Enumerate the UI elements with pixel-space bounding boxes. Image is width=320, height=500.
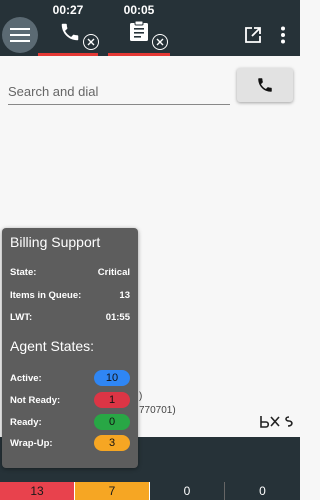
agent-states-title: Agent States: (10, 338, 95, 354)
close-icon (156, 38, 164, 46)
more-options-button[interactable] (280, 26, 286, 49)
queue-title: Billing Support (10, 234, 101, 250)
stat-critical[interactable]: 13 (0, 482, 75, 500)
stat-normal[interactable]: 0 (150, 482, 225, 500)
popout-button[interactable] (244, 26, 262, 49)
agent-state-ready: Ready: 0 (10, 414, 130, 430)
session-tab-task[interactable]: 00:05 (108, 0, 170, 56)
agent-state-wrap-up: Wrap-Up: 3 (10, 435, 130, 451)
row-label: State: (10, 266, 37, 278)
count-badge: 3 (94, 435, 130, 451)
search-and-dial-input[interactable] (8, 78, 230, 105)
row-label: Wrap-Up: (10, 437, 53, 449)
row-label: Items in Queue: (10, 289, 82, 301)
count-badge: 0 (94, 414, 130, 430)
clipboard-icon (130, 20, 148, 41)
open-in-new-icon (245, 27, 261, 43)
menu-button[interactable] (2, 17, 38, 53)
stat-warning[interactable]: 7 (75, 482, 150, 500)
row-label: LWT: (10, 311, 33, 323)
top-bar: 00:27 00:05 (0, 0, 300, 56)
count-badge: 10 (94, 370, 130, 386)
dial-button[interactable] (237, 68, 293, 102)
menu-icon (10, 28, 30, 42)
agent-state-active: Active: 10 (10, 370, 130, 386)
row-value: Critical (97, 266, 130, 278)
session-timer: 00:27 (52, 3, 84, 17)
close-session-button[interactable] (83, 34, 99, 50)
agent-state-not-ready: Not Ready: 1 (10, 392, 130, 408)
queue-items-row: Items in Queue: 13 (10, 288, 130, 302)
phone-icon (61, 23, 79, 41)
stat-other[interactable]: 0 (225, 482, 300, 500)
queue-details-card: Billing Support State: Critical Items in… (2, 228, 138, 468)
queue-state-row: State: Critical (10, 265, 130, 279)
row-label: Not Ready: (10, 394, 61, 406)
brand-logo (260, 416, 293, 428)
row-value: 01:55 (105, 311, 130, 323)
session-timer: 00:05 (123, 3, 155, 17)
queue-stats-bar: 13 7 0 0 (0, 482, 300, 500)
session-alert-bar (38, 53, 98, 56)
row-label: Active: (10, 372, 42, 384)
close-session-button[interactable] (152, 34, 168, 50)
session-alert-bar (108, 53, 170, 56)
close-icon (87, 38, 95, 46)
session-tab-call[interactable]: 00:27 (38, 0, 99, 56)
row-label: Ready: (10, 416, 42, 428)
queue-lwt-row: LWT: 01:55 (10, 310, 130, 324)
count-badge: 1 (94, 392, 130, 408)
background-text: ) (139, 391, 143, 402)
background-text: 770701) (139, 405, 176, 416)
row-value: 13 (119, 289, 130, 301)
more-vert-icon (281, 26, 285, 44)
phone-icon (258, 78, 272, 92)
